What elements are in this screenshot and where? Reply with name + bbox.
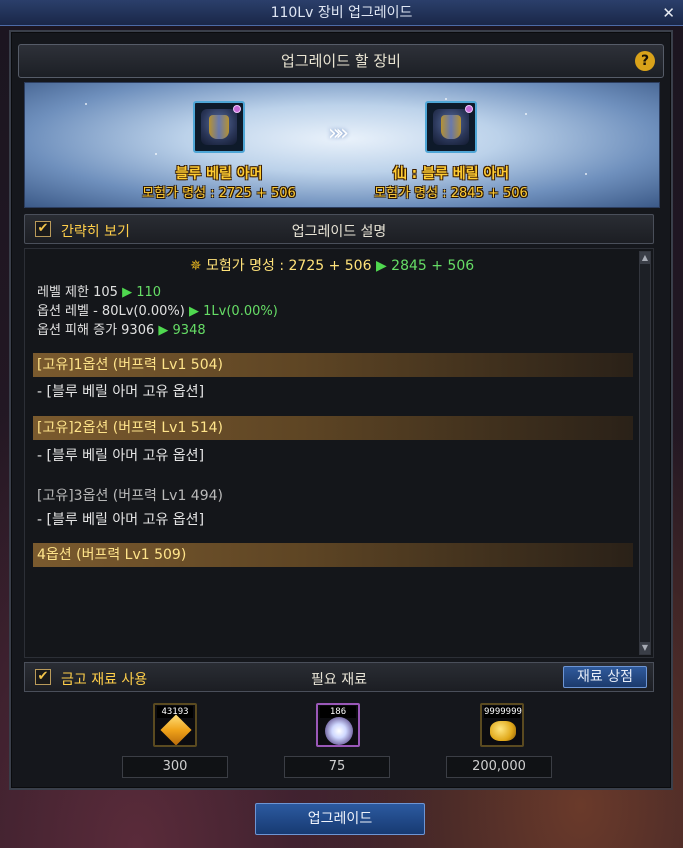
- gem-socket-icon: [233, 105, 241, 113]
- option-subtext: - [블루 베릴 아머 고유 옵션]: [37, 384, 205, 400]
- description-scrollbar[interactable]: ▲ ▼: [639, 251, 651, 655]
- current-item-name: 블루 베릴 아머: [175, 166, 263, 182]
- option-title-plain: [고유]3옵션 (버프력 Lv1 494): [37, 488, 223, 504]
- gold-icon: [490, 721, 516, 741]
- stock-count: 9999999: [484, 706, 522, 718]
- fame-old: 모험가 명성 : 2725 + 506: [206, 258, 372, 274]
- material-required-count: 75: [284, 756, 390, 778]
- stat-new: 1Lv(0.00%): [203, 304, 278, 319]
- description-title: 업그레이드 설명: [291, 224, 387, 240]
- stat-line: 레벨 제한 105 ▶ 110: [37, 281, 161, 300]
- star-sparkle: [585, 173, 587, 175]
- material-slot-gold[interactable]: 9999999: [480, 703, 524, 747]
- armor-icon: [201, 109, 237, 145]
- materials-bar: ✔ 금고 재료 사용 필요 재료 재료 상점: [24, 662, 654, 692]
- stat-line: 옵션 피해 증가 9306 ▶ 9348: [37, 319, 206, 338]
- arrow-right-icon: ▶: [158, 323, 169, 338]
- stat-old: 레벨 제한 105: [37, 285, 118, 300]
- stat-new: 110: [136, 285, 162, 300]
- option-title-bar: 4옵션 (버프력 Lv1 509): [33, 543, 633, 567]
- fame-new: 2845 + 506: [391, 258, 475, 274]
- material-required-count: 300: [122, 756, 228, 778]
- option-title-bar: [고유]2옵션 (버프력 Lv1 514): [33, 416, 633, 440]
- arrow-right-icon: ▶: [122, 285, 133, 300]
- window-title: 110Lv 장비 업그레이드: [270, 5, 413, 21]
- upgrade-arrow-icon: »»: [328, 121, 349, 146]
- scroll-down-icon[interactable]: ▼: [640, 642, 650, 654]
- fame-change-line: ✵ 모험가 명성 : 2725 + 506 ▶ 2845 + 506: [25, 255, 639, 275]
- gem-socket-icon: [465, 105, 473, 113]
- material-slot-orb[interactable]: 186: [316, 703, 360, 747]
- scroll-up-icon[interactable]: ▲: [640, 252, 650, 264]
- armor-icon: [433, 109, 469, 145]
- current-armor-icon[interactable]: [193, 101, 245, 153]
- equipment-section-header: 업그레이드 할 장비 ?: [18, 44, 664, 78]
- current-item-fame: 모험가 명성 : 2725 + 506: [142, 186, 296, 201]
- option-subtext: - [블루 베릴 아머 고유 옵션]: [37, 512, 205, 528]
- upgraded-armor-icon[interactable]: [425, 101, 477, 153]
- close-icon[interactable]: ✕: [662, 0, 675, 26]
- material-shop-button[interactable]: 재료 상점: [563, 666, 647, 688]
- section-title: 업그레이드 할 장비: [281, 52, 401, 70]
- arrow-right-icon: ▶: [375, 258, 387, 274]
- upgraded-item-name: 仙 : 블루 베릴 아머: [392, 166, 510, 182]
- material-slot-gem[interactable]: 43193: [153, 703, 197, 747]
- gem-icon: [160, 714, 192, 745]
- fame-star-icon: ✵: [189, 258, 202, 274]
- description-bar: ✔ 간략히 보기 업그레이드 설명: [24, 214, 654, 244]
- star-sparkle: [155, 153, 157, 155]
- stat-old: 옵션 레벨 - 80Lv(0.00%): [37, 304, 185, 319]
- stat-old: 옵션 피해 증가 9306: [37, 323, 155, 338]
- arrow-right-icon: ▶: [189, 304, 199, 319]
- star-sparkle: [445, 98, 447, 100]
- option-title-bar: [고유]1옵션 (버프력 Lv1 504): [33, 353, 633, 377]
- upgraded-item-fame: 모험가 명성 : 2845 + 506: [374, 186, 528, 201]
- star-sparkle: [85, 103, 87, 105]
- help-icon[interactable]: ?: [635, 51, 655, 71]
- upgrade-preview-banner: »» 블루 베릴 아머 모험가 명성 : 2725 + 506 仙 : 블루 베…: [24, 82, 660, 208]
- orb-icon: [325, 717, 353, 745]
- star-sparkle: [525, 113, 527, 115]
- material-required-count: 200,000: [446, 756, 552, 778]
- upgrade-button[interactable]: 업그레이드: [255, 803, 425, 835]
- window-titlebar: 110Lv 장비 업그레이드 ✕: [0, 0, 683, 26]
- materials-title: 필요 재료: [311, 672, 367, 688]
- option-subtext: - [블루 베릴 아머 고유 옵션]: [37, 448, 205, 464]
- stat-new: 9348: [172, 323, 206, 338]
- description-panel: ✵ 모험가 명성 : 2725 + 506 ▶ 2845 + 506 레벨 제한…: [24, 248, 654, 658]
- stat-line: 옵션 레벨 - 80Lv(0.00%) ▶ 1Lv(0.00%): [37, 300, 278, 319]
